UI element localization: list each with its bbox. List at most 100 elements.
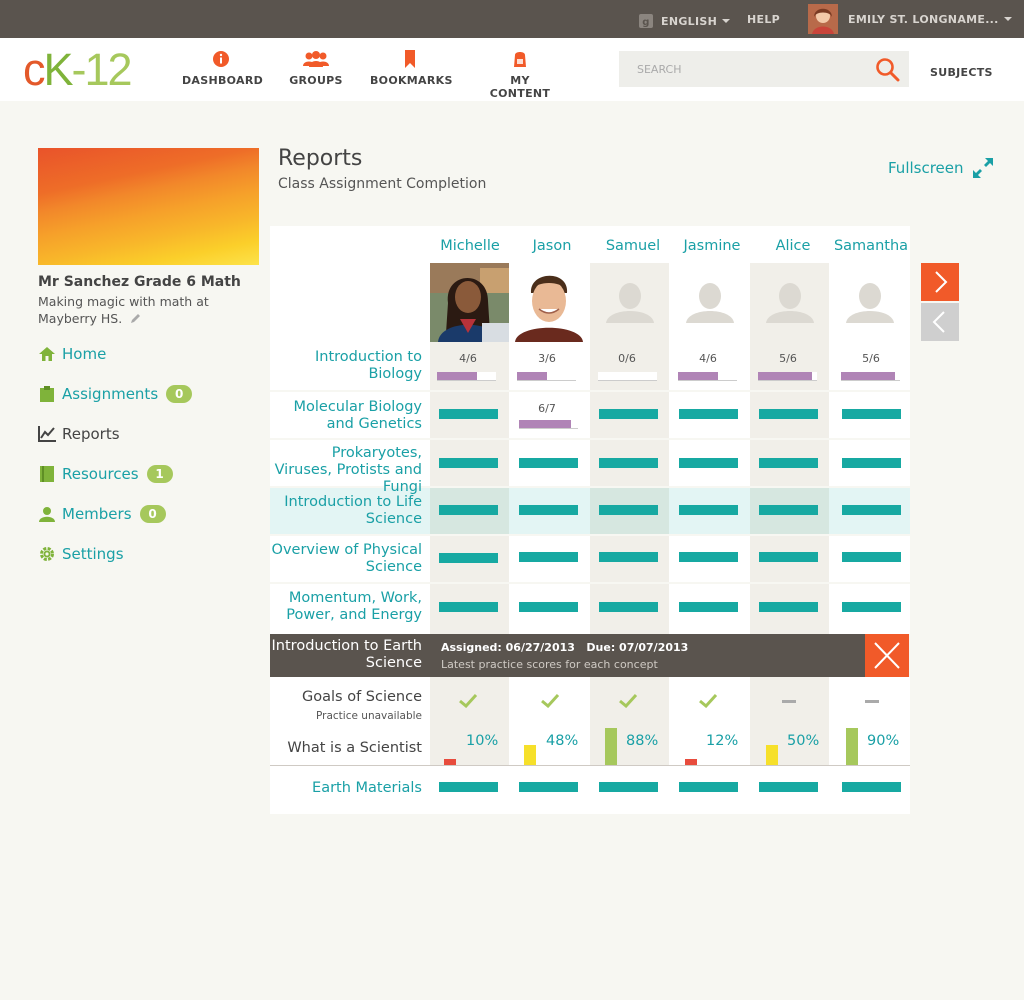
progress-bar [678,372,737,381]
progress-bar [841,372,900,381]
nav-dashboard[interactable]: DASHBOARD [182,50,263,87]
subjects-link[interactable]: SUBJECTS [930,66,993,79]
complete-bar [679,782,738,792]
pencil-icon[interactable] [129,312,142,325]
sidebar-item-settings[interactable]: Settings [38,543,124,565]
search-input[interactable] [619,51,909,87]
nav-bar: cK-12 DASHBOARD GROUPS BOOKMARKS MY CONT… [0,38,1024,101]
complete-bar [679,409,738,419]
avatar [509,263,588,342]
check-icon [699,694,717,708]
fullscreen-button[interactable]: Fullscreen [888,157,994,179]
complete-bar [842,409,901,419]
assignment-momentum[interactable]: Momentum, Work, Power, and Energy [270,590,422,624]
row-divider [270,765,910,766]
complete-bar [439,505,498,515]
score-value: 12% [706,733,739,749]
row-divider [270,582,910,584]
complete-bar [759,505,818,515]
concept-goals-of-science[interactable]: Goals of Science [270,689,422,705]
nav-bookmarks[interactable]: BOOKMARKS [370,50,452,87]
group-description: Making magic with math at Mayberry HS. [38,293,228,327]
complete-bar [842,505,901,515]
language-selector[interactable]: g ENGLISH [638,13,731,29]
student-name-samuel[interactable]: Samuel [593,238,673,254]
progress-bar [517,372,576,381]
assignment-intro-earth-science[interactable]: Introduction to Earth Science [270,638,422,672]
sidebar-item-reports[interactable]: Reports [38,423,120,445]
sidebar-item-members[interactable]: Members 0 [38,503,166,525]
logo-12: -12 [71,44,133,95]
score-bar [766,745,778,765]
close-icon [874,642,900,669]
resources-count-badge: 1 [146,465,173,483]
complete-bar [599,409,658,419]
complete-bar [679,552,738,562]
assignment-prokaryotes[interactable]: Prokaryotes, Viruses, Protists and Fungi [270,445,422,496]
assignment-intro-biology[interactable]: Introduction to Biology [270,349,422,383]
complete-bar [759,409,818,419]
sidebar-item-resources[interactable]: Resources 1 [38,463,173,485]
student-name-michelle[interactable]: Michelle [430,238,510,254]
book-icon [40,466,54,482]
progress-bar [598,372,657,381]
logo-k: K [43,44,74,95]
home-icon [39,347,55,361]
progress-bar [758,372,817,381]
close-button[interactable] [865,634,909,677]
chart-icon [38,426,56,442]
assignment-intro-life-science[interactable]: Introduction to Life Science [270,494,422,528]
sidebar-item-home[interactable]: Home [38,343,106,365]
sidebar-item-assignments[interactable]: Assignments 0 [38,383,193,405]
check-icon [619,694,637,708]
column-shade [590,677,669,766]
assignment-physical-science[interactable]: Overview of Physical Science [270,542,422,576]
student-photo [430,263,509,342]
row-divider [270,534,910,536]
group-description-text: Making magic with math at Mayberry HS. [38,294,209,326]
student-name-jasmine[interactable]: Jasmine [672,238,752,254]
concept-note: Practice unavailable [316,710,422,722]
sidebar-item-label: Resources [62,465,139,483]
assignment-earth-materials[interactable]: Earth Materials [270,780,422,797]
progress-fraction: 3/6 [538,352,556,365]
top-bar: g ENGLISH HELP EMILY ST. LONGNAME... [0,0,1024,38]
concept-what-is-a-scientist[interactable]: What is a Scientist [270,740,422,756]
score-bar [685,759,697,765]
score-bar [444,759,456,765]
complete-bar [759,602,818,612]
nav-my-content[interactable]: MY CONTENT [479,50,561,100]
complete-bar [519,782,578,792]
avatar [830,263,909,342]
dash-icon [782,700,796,703]
student-name-samantha[interactable]: Samantha [831,238,911,254]
score-value: 90% [867,733,900,749]
complete-bar [439,409,498,419]
check-icon [459,694,477,708]
page-title: Reports [278,146,363,171]
assignment-molecular-biology[interactable]: Molecular Biology and Genetics [270,399,422,433]
members-count-badge: 0 [139,505,166,523]
user-menu[interactable]: EMILY ST. LONGNAME... [808,4,1012,34]
sidebar-item-label: Settings [62,545,124,563]
logo[interactable]: cK-12 [23,44,133,95]
score-bar [605,728,617,765]
complete-bar [519,505,578,515]
student-name-alice[interactable]: Alice [753,238,833,254]
sidebar-item-label: Members [62,505,132,523]
complete-bar [759,458,818,468]
progress-fraction: 0/6 [618,352,636,365]
complete-bar [599,552,658,562]
assignment-note: Latest practice scores for each concept [441,658,658,671]
gear-icon [40,547,54,561]
complete-bar [842,458,901,468]
search-icon[interactable] [874,57,902,83]
next-students-button[interactable] [921,263,959,301]
complete-bar [519,458,578,468]
bookmark-icon [405,50,415,68]
progress-bar [437,372,496,381]
student-name-jason[interactable]: Jason [512,238,592,254]
previous-students-button[interactable] [921,303,959,341]
nav-groups[interactable]: GROUPS [287,50,345,87]
help-link[interactable]: HELP [747,13,780,26]
